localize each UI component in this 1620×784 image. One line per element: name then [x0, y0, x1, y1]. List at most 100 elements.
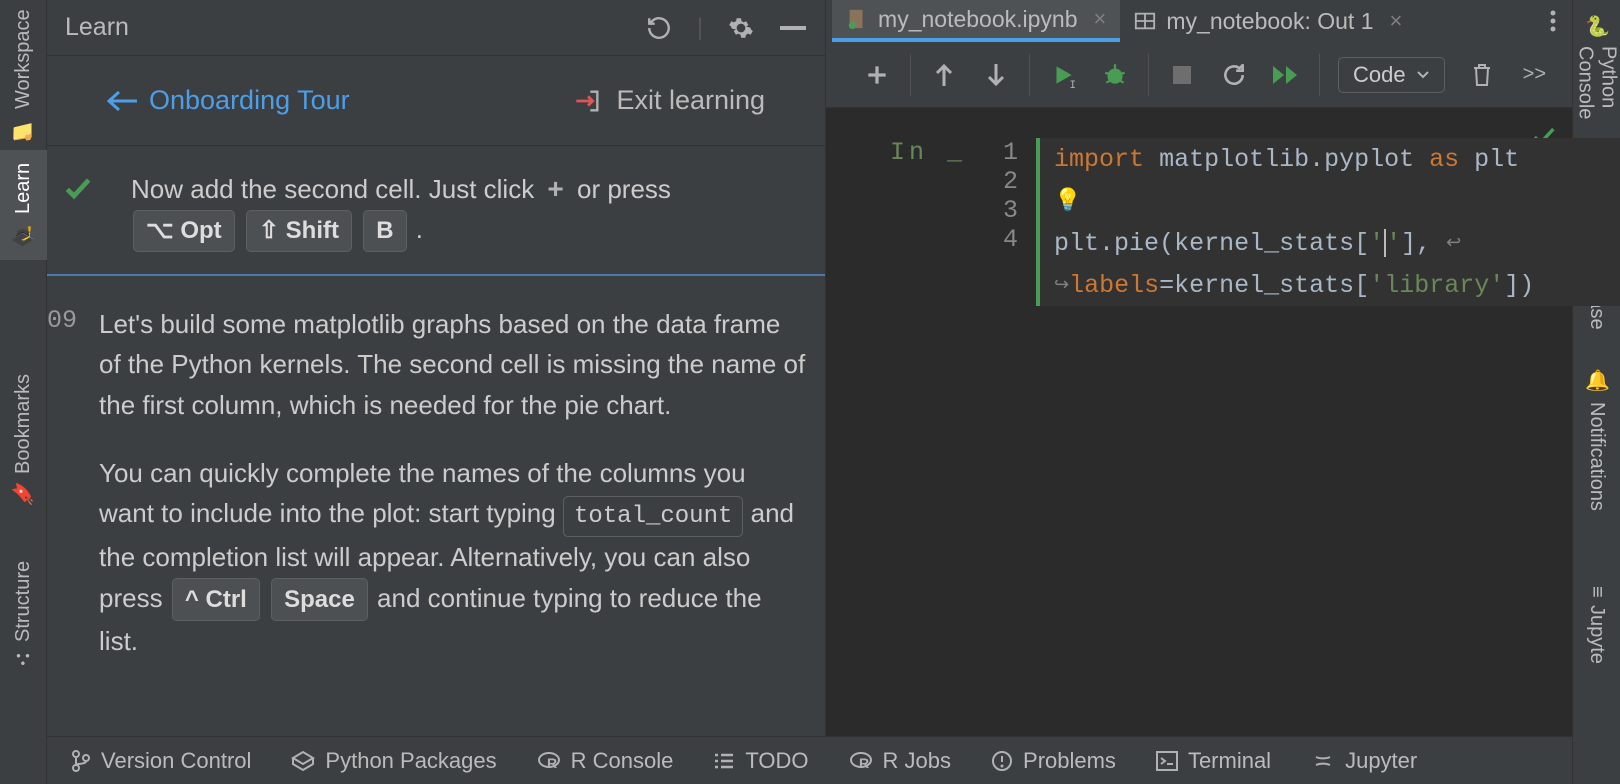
r-icon: R [849, 750, 873, 772]
delete-cell-button[interactable] [1467, 60, 1497, 90]
sidebar-label: Jupyte [1585, 605, 1608, 664]
move-down-button[interactable] [981, 60, 1011, 90]
r-jobs-button[interactable]: R R Jobs [849, 748, 951, 774]
cell-type-label: Code [1353, 62, 1406, 88]
todo-button[interactable]: TODO [713, 748, 808, 774]
key-shift: ⇧ Shift [246, 210, 352, 252]
code-content[interactable]: import matplotlib.pyplot as plt 💡 plt.pi… [1036, 138, 1572, 306]
jupyter-icon [1311, 749, 1335, 773]
learn-header: Learn | [47, 0, 825, 56]
plus-inline-icon: + [547, 168, 563, 210]
bb-label: R Jobs [883, 748, 951, 774]
stop-button[interactable] [1167, 60, 1197, 90]
tab-label: my_notebook: Out 1 [1166, 8, 1373, 35]
svg-text:I: I [1070, 80, 1077, 88]
exit-learning-link[interactable]: Exit learning [574, 85, 765, 116]
terminal-button[interactable]: Terminal [1156, 748, 1271, 774]
bb-label: Problems [1023, 748, 1116, 774]
sidebar-label: Structure [12, 560, 35, 641]
move-up-button[interactable] [929, 60, 959, 90]
sidebar-item-bookmarks[interactable]: 🔖 Bookmarks [0, 360, 47, 520]
notebook-toolbar: I Code >> [826, 42, 1572, 108]
svg-text:R: R [547, 755, 557, 771]
packages-icon [291, 750, 315, 772]
key-space: Space [271, 578, 368, 621]
sidebar-label: Workspace [12, 9, 35, 109]
editor-tabs: my_notebook.ipynb × my_notebook: Out 1 × [826, 0, 1572, 42]
jupyter-button[interactable]: Jupyter [1311, 748, 1417, 774]
python-packages-button[interactable]: Python Packages [291, 748, 496, 774]
sidebar-item-notifications[interactable]: 🔔 Notifications [1573, 350, 1620, 530]
wrap-icon: ↩ [1446, 232, 1461, 254]
step-body-text: Let's build some matplotlib graphs based… [99, 304, 807, 689]
bookmark-icon: 🔖 [12, 482, 36, 506]
learn-nav: Onboarding Tour Exit learning [47, 56, 825, 146]
step-number: 09 [47, 304, 77, 689]
sidebar-item-jupyter[interactable]: ≡ Jupyte [1573, 570, 1620, 680]
add-cell-button[interactable] [862, 60, 892, 90]
bb-label: Jupyter [1345, 748, 1417, 774]
key-ctrl: ^ Ctrl [172, 578, 260, 621]
refresh-icon[interactable] [645, 14, 673, 42]
tabs-more-icon[interactable] [1534, 0, 1572, 42]
structure-icon: ⛬ [12, 650, 35, 670]
sidebar-label: Notifications [1585, 402, 1608, 511]
right-sidebar: 🐍 Python Console 🛢 Database 🔔 Notificati… [1572, 0, 1620, 784]
key-b: B [363, 210, 406, 252]
debug-cell-button[interactable] [1100, 60, 1130, 90]
run-all-button[interactable] [1271, 60, 1301, 90]
step-text: Now add the second cell. Just click + or… [131, 168, 671, 252]
table-icon [1134, 10, 1156, 32]
key-opt: ⌥ Opt [133, 210, 235, 252]
tab-label: my_notebook.ipynb [878, 6, 1077, 33]
terminal-icon [1156, 751, 1178, 771]
sidebar-item-learn[interactable]: 🎓 Learn [0, 150, 47, 260]
menu-icon: ≡ [1585, 586, 1608, 598]
run-cell-button[interactable]: I [1048, 60, 1078, 90]
bell-icon: 🔔 [1585, 369, 1609, 393]
left-sidebar: 📁 Workspace 🎓 Learn 🔖 Bookmarks ⛬ Struct… [0, 0, 47, 784]
learn-panel: Learn | Onboarding Tour E [47, 0, 826, 736]
learn-icon: 🎓 [12, 222, 36, 246]
bb-label: TODO [745, 748, 808, 774]
panel-title: Learn [65, 13, 129, 42]
version-control-button[interactable]: Version Control [71, 748, 251, 774]
close-icon[interactable]: × [1390, 8, 1403, 34]
cell-type-select[interactable]: Code [1338, 57, 1445, 93]
bb-label: Python Packages [325, 748, 496, 774]
bottom-toolbar: Version Control Python Packages R R Cons… [47, 736, 1572, 784]
exit-link-label: Exit learning [616, 85, 765, 116]
folder-icon: 📁 [12, 117, 36, 141]
svg-text:R: R [859, 755, 869, 771]
check-icon [62, 172, 94, 204]
minimize-icon[interactable] [779, 14, 807, 42]
tab-output[interactable]: my_notebook: Out 1 × [1120, 0, 1416, 42]
code-editor[interactable]: In _ 1 2 3 4 import matplotlib.pyplot as… [826, 108, 1572, 736]
sidebar-label: Learn [12, 163, 35, 214]
inline-code: total_count [563, 496, 743, 537]
python-icon: 🐍 [1585, 14, 1609, 38]
back-arrow-icon [107, 90, 137, 112]
restart-button[interactable] [1219, 60, 1249, 90]
problems-button[interactable]: Problems [991, 748, 1116, 774]
exit-icon [574, 87, 602, 115]
sidebar-item-workspace[interactable]: 📁 Workspace [0, 0, 47, 150]
onboarding-tour-link[interactable]: Onboarding Tour [107, 85, 350, 116]
bb-label: Terminal [1188, 748, 1271, 774]
close-icon[interactable]: × [1094, 6, 1107, 32]
line-numbers: 1 2 3 4 [986, 138, 1036, 306]
editor-panel: my_notebook.ipynb × my_notebook: Out 1 ×… [826, 0, 1572, 736]
r-icon: R [537, 750, 561, 772]
tour-link-label: Onboarding Tour [149, 85, 350, 116]
list-icon [713, 751, 735, 771]
bb-label: R Console [571, 748, 674, 774]
current-step: 09 Let's build some matplotlib graphs ba… [47, 276, 825, 707]
tab-notebook[interactable]: my_notebook.ipynb × [832, 0, 1120, 42]
completed-step: Now add the second cell. Just click + or… [47, 146, 825, 276]
sidebar-item-structure[interactable]: ⛬ Structure [0, 540, 47, 690]
bb-label: Version Control [101, 748, 251, 774]
bulb-icon[interactable]: 💡 [1054, 188, 1081, 214]
gear-icon[interactable] [727, 14, 755, 42]
r-console-button[interactable]: R R Console [537, 748, 674, 774]
toolbar-more-icon[interactable]: >> [1515, 63, 1554, 86]
